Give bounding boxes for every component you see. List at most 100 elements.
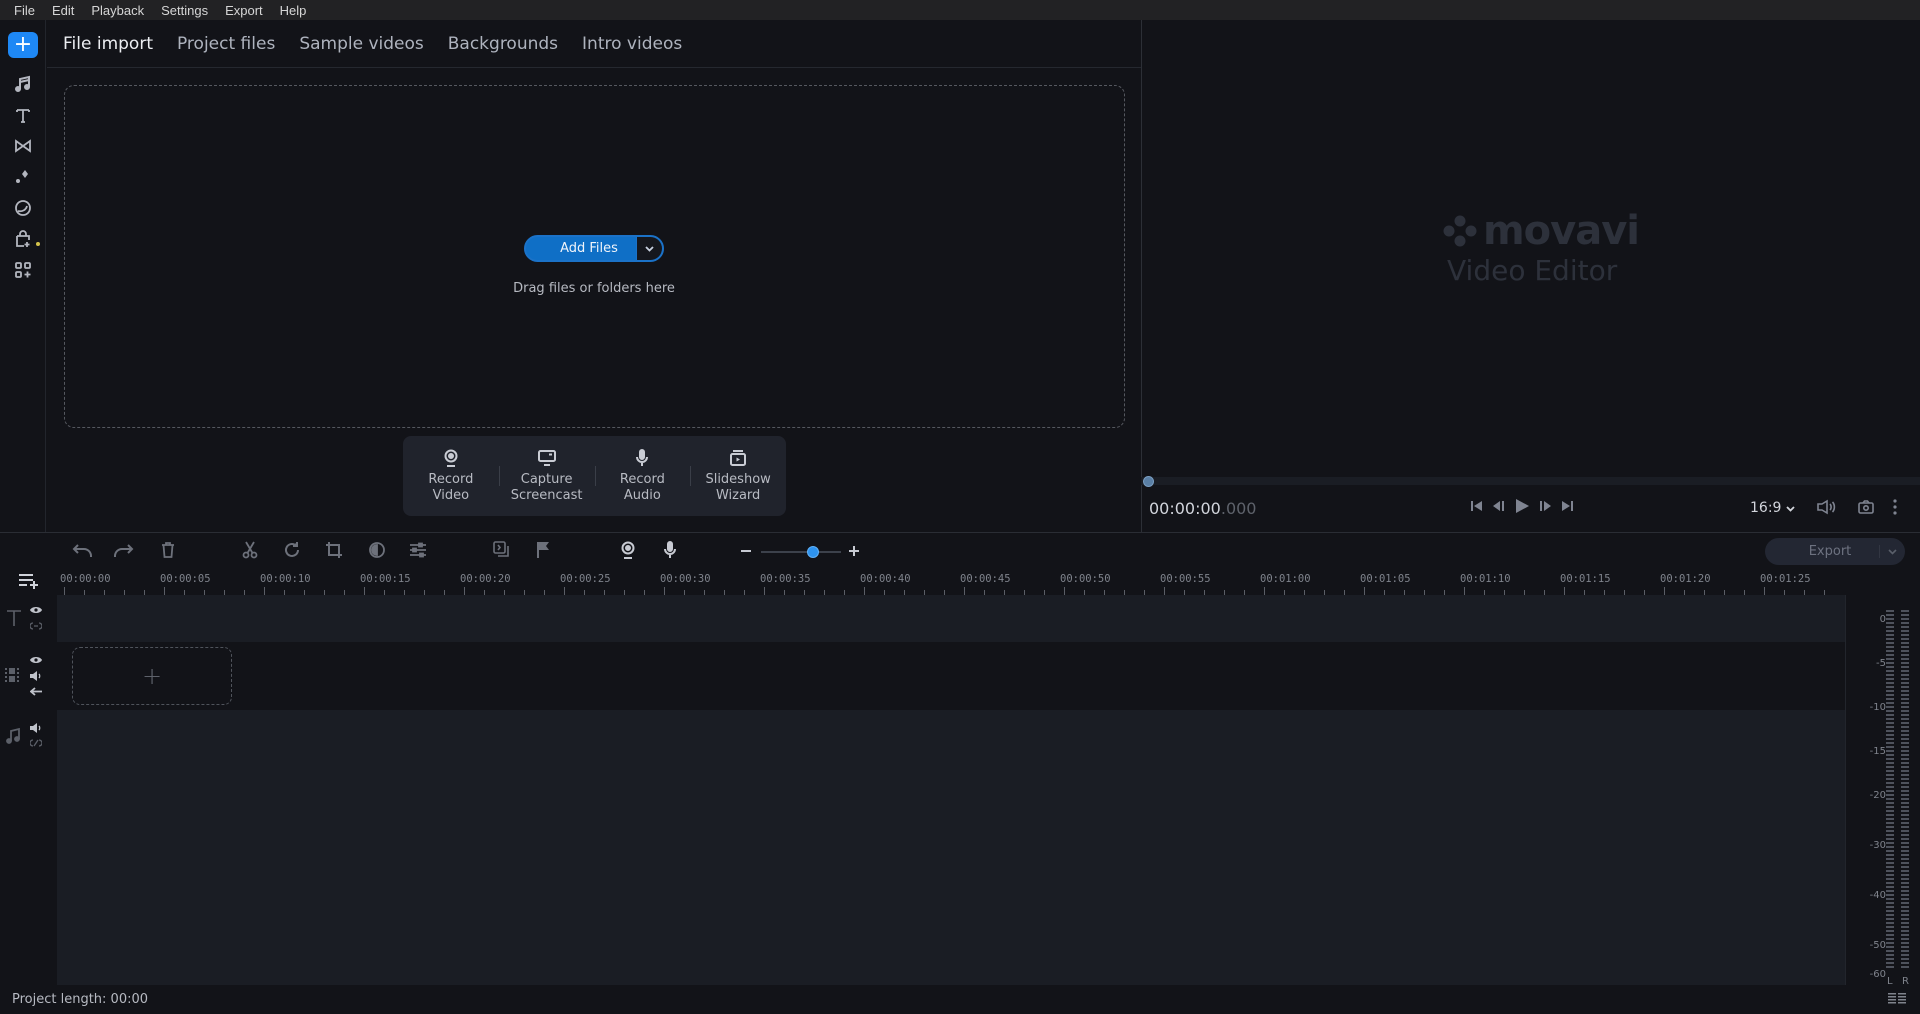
menu-help[interactable]: Help: [272, 3, 316, 18]
previous-frame-icon[interactable]: [1492, 499, 1506, 513]
redo-button[interactable]: [112, 541, 134, 559]
zoom-slider-handle[interactable]: [807, 546, 819, 558]
menu-playback[interactable]: Playback: [83, 3, 153, 18]
export-button[interactable]: Export: [1765, 538, 1905, 565]
sidebar-item-more-tools[interactable]: [8, 256, 38, 284]
meter-mode-button[interactable]: [1887, 991, 1907, 1011]
sidebar-item-store[interactable]: [8, 225, 38, 253]
text-icon: [16, 109, 30, 123]
color-adjust-button[interactable]: [368, 541, 386, 559]
title-track-visibility[interactable]: [30, 606, 42, 614]
unlink-icon: [30, 739, 42, 747]
add-files-label[interactable]: Add Files: [526, 241, 636, 256]
next-frame-icon[interactable]: [1538, 499, 1552, 513]
sidebar-item-titles[interactable]: [8, 101, 38, 129]
play-icon[interactable]: [1514, 498, 1530, 514]
menu-settings[interactable]: Settings: [153, 3, 217, 18]
add-files-button[interactable]: Add Files: [524, 235, 664, 262]
video-track-mute[interactable]: [30, 671, 42, 681]
cut-button[interactable]: [242, 541, 258, 559]
slideshow-wizard-button[interactable]: Slideshow Wizard: [690, 436, 786, 516]
ruler-label: 00:00:40: [860, 573, 911, 585]
ruler-label: 00:00:35: [760, 573, 811, 585]
link-icon: [30, 622, 42, 630]
ruler-tick: [964, 587, 965, 595]
snapshot-button[interactable]: [1857, 499, 1875, 519]
music-note-icon: [15, 75, 30, 92]
undo-button[interactable]: [72, 541, 94, 559]
overlay-button[interactable]: [493, 541, 511, 559]
title-track-link[interactable]: [30, 622, 42, 630]
zoom-out-button[interactable]: [740, 545, 752, 557]
sticker-icon: [15, 200, 31, 216]
tab-file-import[interactable]: File import: [63, 34, 153, 54]
meter-scale-label: -60: [1869, 969, 1886, 980]
tab-project-files[interactable]: Project files: [177, 34, 275, 54]
title-track[interactable]: [57, 595, 1845, 642]
audio-track-link[interactable]: [30, 739, 42, 747]
record-audio-button[interactable]: Record Audio: [594, 436, 691, 516]
sparkle-icon: [16, 170, 28, 183]
movavi-logo-icon: [1443, 215, 1477, 247]
aspect-ratio-select[interactable]: 16:9: [1750, 500, 1795, 516]
video-track-visibility[interactable]: [30, 656, 42, 664]
ruler-label: 00:00:05: [160, 573, 211, 585]
record-video-label-2: Video: [432, 488, 470, 503]
ruler-tick: [564, 587, 565, 595]
crop-button[interactable]: [325, 541, 343, 559]
add-media-button[interactable]: +: [8, 32, 38, 58]
export-dropdown[interactable]: [1879, 545, 1905, 558]
rotate-button[interactable]: [283, 541, 301, 559]
scissors-icon: [242, 541, 258, 559]
aspect-ratio-value: 16:9: [1750, 500, 1782, 516]
monitor-icon: [537, 450, 556, 466]
record-video-label-1: Record: [428, 472, 474, 487]
webcam-icon: [621, 541, 635, 559]
add-clip-placeholder[interactable]: +: [72, 647, 232, 705]
menu-edit[interactable]: Edit: [44, 3, 83, 18]
audio-track-mute[interactable]: [30, 723, 42, 733]
skip-to-end-icon[interactable]: [1560, 499, 1574, 513]
camera-icon: [1858, 500, 1874, 514]
record-audio-timeline-button[interactable]: [663, 541, 677, 559]
sidebar-item-stickers[interactable]: [8, 194, 38, 222]
record-toolbar: Record Video Capture Screencast Record A…: [403, 436, 786, 516]
zoom-slider-track[interactable]: [761, 551, 841, 553]
scrubber-handle[interactable]: [1143, 476, 1154, 487]
tab-sample-videos[interactable]: Sample videos: [299, 34, 423, 54]
record-video-button[interactable]: Record Video: [403, 436, 499, 516]
export-label[interactable]: Export: [1765, 544, 1879, 559]
capture-screencast-button[interactable]: Capture Screencast: [498, 436, 595, 516]
tab-intro-videos[interactable]: Intro videos: [582, 34, 682, 54]
sidebar-item-music[interactable]: [8, 70, 38, 98]
video-track-ripple[interactable]: [30, 687, 42, 696]
marker-button[interactable]: [536, 541, 550, 559]
record-video-timeline-button[interactable]: [620, 541, 636, 559]
ruler-label: 00:00:30: [660, 573, 711, 585]
timeline-ruler[interactable]: 00:00:00 00:00:05 00:00:10 00:00:15 00:00:20…: [57, 571, 1845, 595]
sidebar-item-transitions[interactable]: [8, 132, 38, 160]
apps-add-icon: [15, 262, 31, 278]
menu-file[interactable]: File: [6, 3, 44, 18]
volume-button[interactable]: [1816, 499, 1838, 519]
preview-scrubber[interactable]: [1141, 476, 1920, 487]
plus-icon: +: [141, 662, 163, 690]
add-track-button[interactable]: [18, 573, 40, 593]
menu-export[interactable]: Export: [217, 3, 272, 18]
clip-properties-button[interactable]: [409, 541, 427, 559]
ruler-label: 00:00:55: [1160, 573, 1211, 585]
add-files-dropdown[interactable]: [636, 237, 662, 260]
ruler-tick: [1464, 587, 1465, 595]
trash-icon: [162, 542, 174, 558]
zoom-in-button[interactable]: [848, 545, 860, 557]
minus-icon: [741, 550, 751, 552]
transition-icon: [15, 139, 31, 153]
import-tabs: File import Project files Sample videos …: [47, 20, 1141, 68]
audio-track[interactable]: [57, 710, 1845, 985]
eye-icon: [30, 607, 42, 613]
more-options-button[interactable]: [1892, 499, 1898, 519]
sidebar-item-effects[interactable]: [8, 163, 38, 191]
skip-to-start-icon[interactable]: [1470, 499, 1484, 513]
tab-backgrounds[interactable]: Backgrounds: [448, 34, 558, 54]
delete-button[interactable]: [160, 541, 176, 559]
